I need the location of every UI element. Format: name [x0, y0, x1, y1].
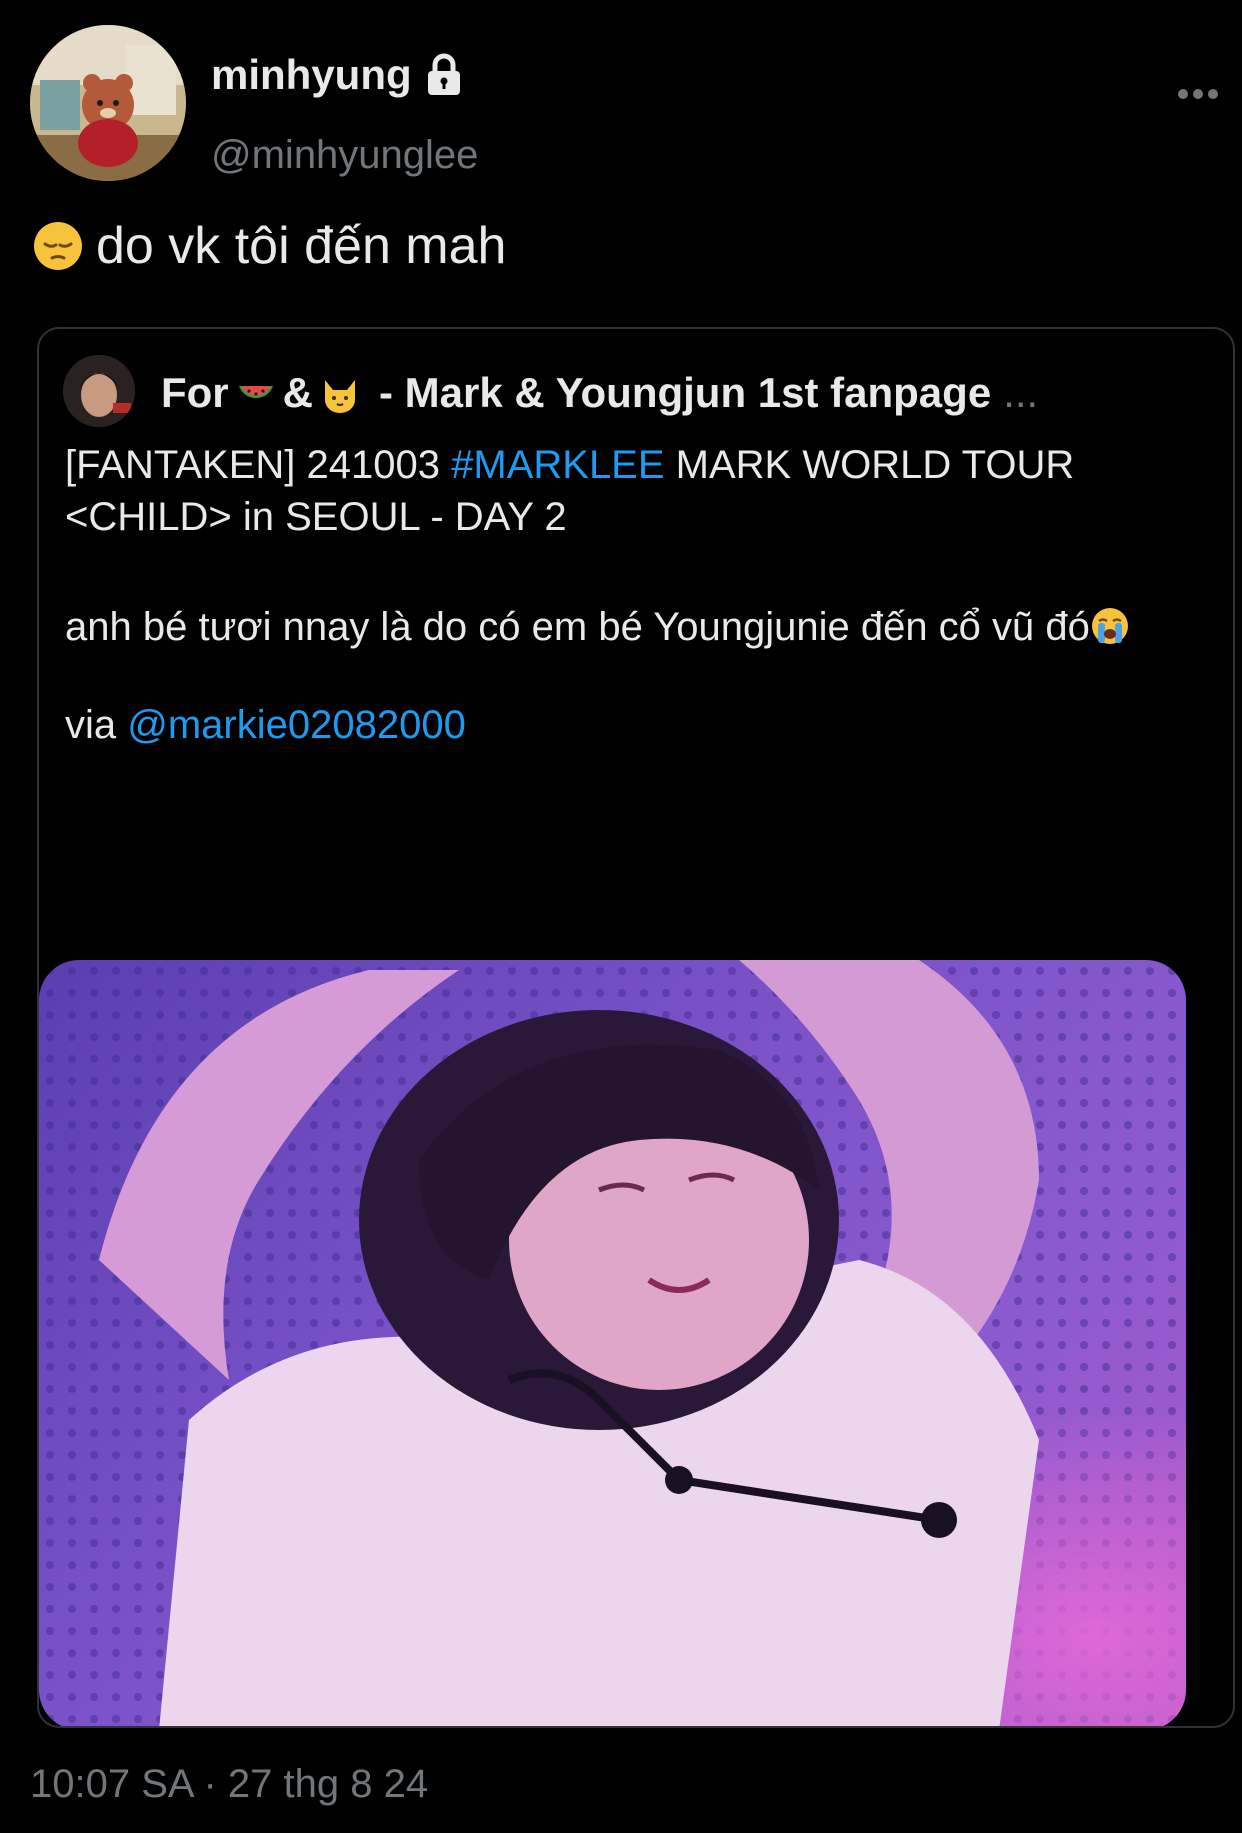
author-display-name[interactable]: minhyung: [211, 51, 412, 99]
quoted-name-prefix: For: [161, 369, 229, 416]
avatar-image: [30, 25, 186, 181]
quoted-tweet-card[interactable]: For & - Mark & Youngjun 1st fanpage ... …: [37, 327, 1235, 1728]
quoted-author-name[interactable]: For & - Mark & Youngjun 1st fanpage ...: [161, 365, 1038, 421]
quoted-paragraph-2: anh bé tươi nnay là do có em bé Youngjun…: [65, 595, 1195, 659]
quoted-name-amp: &: [282, 369, 313, 416]
quoted-paragraph-2-text: anh bé tươi nnay là do có em bé Youngjun…: [65, 605, 1090, 649]
tweet-text: do vk tôi đến mah: [32, 216, 506, 276]
tweet-timestamp[interactable]: 10:07 SA · 27 thg 8 24: [30, 1762, 428, 1807]
display-name-row: minhyung: [211, 45, 464, 105]
quoted-author-avatar[interactable]: [63, 355, 135, 427]
quoted-line-1-pre: [FANTAKEN] 241003: [65, 443, 452, 487]
tweet-header: minhyung @minhyunglee: [30, 25, 1220, 185]
quoted-tweet-body: [FANTAKEN] 241003 #MARKLEE MARK WORLD TO…: [65, 439, 1195, 751]
lock-icon: [427, 53, 460, 95]
quoted-name-suffix: - Mark & Youngjun 1st fanpage: [379, 369, 992, 416]
quoted-line-1: [FANTAKEN] 241003 #MARKLEE MARK WORLD TO…: [65, 439, 1195, 543]
quoted-name-ellipsis: ...: [1003, 369, 1039, 416]
pensive-face-icon: [34, 222, 82, 270]
quoted-media-photo[interactable]: [39, 960, 1186, 1726]
loudly-crying-face-icon: [1091, 608, 1128, 644]
quoted-via-line: via @markie02082000: [65, 699, 1195, 751]
via-label: via: [65, 703, 128, 747]
author-avatar[interactable]: [30, 25, 186, 181]
tweet-body: do vk tôi đến mah: [96, 217, 507, 275]
watermelon-icon: [238, 386, 273, 399]
more-options-icon[interactable]: [1176, 87, 1220, 101]
mention-link[interactable]: @markie02082000: [127, 703, 466, 747]
cat-face-icon: [325, 380, 355, 413]
hashtag-link[interactable]: #MARKLEE: [451, 443, 664, 487]
author-handle[interactable]: @minhyunglee: [211, 133, 478, 178]
quoted-avatar-image: [63, 355, 135, 427]
photo-image: [39, 960, 1186, 1726]
